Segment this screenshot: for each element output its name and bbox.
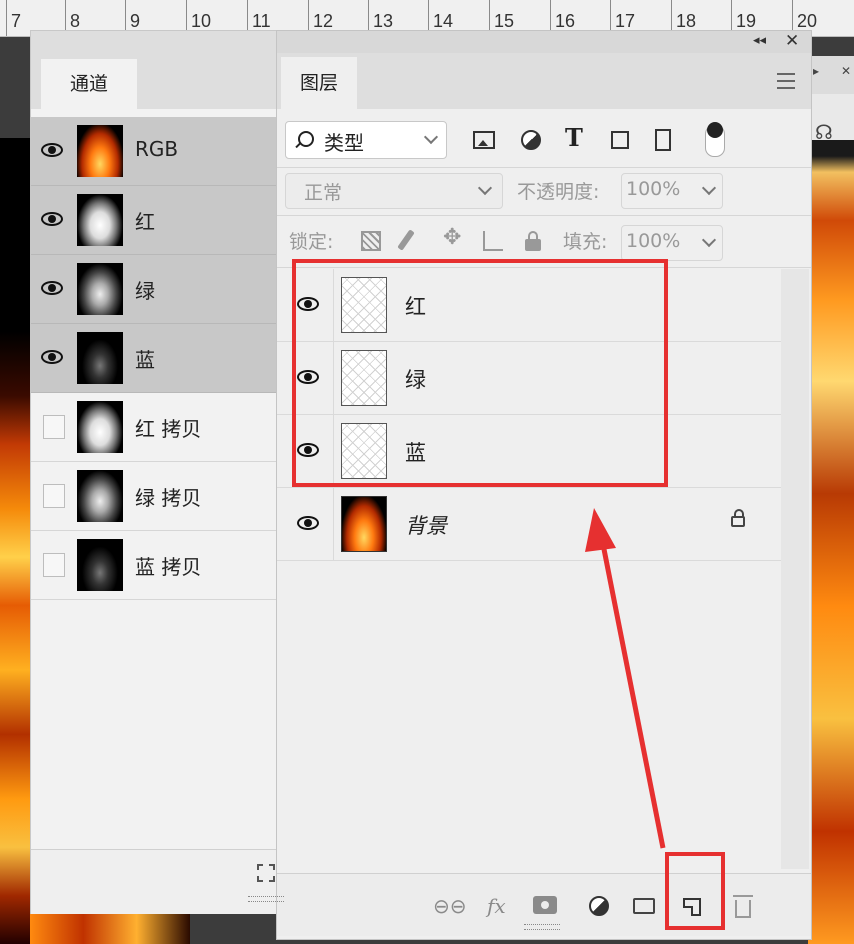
panel-titlebar: ◂◂ ✕ <box>277 31 811 53</box>
filter-type-label: 类型 <box>324 131 364 155</box>
channel-name: 红 <box>135 210 155 234</box>
blend-mode-select[interactable]: 正常 <box>285 173 503 209</box>
adjustment-layer-icon[interactable] <box>589 896 609 916</box>
channels-footer <box>31 849 283 914</box>
eye-icon[interactable] <box>297 516 321 532</box>
channel-thumbnail <box>77 332 123 384</box>
chevron-down-icon <box>477 180 493 196</box>
expand-icon[interactable]: ▸ <box>813 64 819 78</box>
channel-thumbnail <box>77 194 123 246</box>
channels-tabbar: 通道 <box>31 31 283 109</box>
channel-name: 红 拷贝 <box>135 417 202 441</box>
link-icon[interactable]: ⊖⊖ <box>433 894 467 918</box>
lock-position-icon[interactable]: ✥ <box>443 225 463 250</box>
resize-grip[interactable] <box>248 896 284 902</box>
trash-icon[interactable] <box>733 895 753 918</box>
opacity-field[interactable]: 100% <box>621 173 723 209</box>
eye-icon[interactable] <box>41 350 65 366</box>
fill-label: 填充: <box>563 231 608 253</box>
layer-thumbnail <box>341 496 387 552</box>
channel-name: 蓝 拷贝 <box>135 555 202 579</box>
canvas-fire-image <box>30 912 190 944</box>
channel-name: 绿 <box>135 279 155 303</box>
eye-icon[interactable] <box>41 143 65 159</box>
lock-label: 锁定: <box>289 231 334 253</box>
close-icon[interactable]: ✕ <box>841 64 851 78</box>
lock-transparency-icon[interactable] <box>361 231 381 251</box>
collapsed-panel-strip: ▸ ✕ ☊ <box>806 56 854 144</box>
blend-row: 正常 不透明度: 100% <box>277 167 811 216</box>
folder-icon[interactable] <box>633 898 655 914</box>
layers-tabbar: 图层 <box>277 53 811 109</box>
layer-row-background[interactable]: 背景 <box>277 488 781 561</box>
channels-panel: 通道 RGB 红 绿 蓝 红 拷贝 绿 拷贝 蓝 拷贝 <box>30 30 284 914</box>
tool-icon[interactable]: ☊ <box>815 120 833 144</box>
resize-grip[interactable] <box>524 924 560 930</box>
layer-name: 背景 <box>405 514 447 538</box>
tab-layers[interactable]: 图层 <box>281 57 357 109</box>
channel-row-red-copy[interactable]: 红 拷贝 <box>31 393 277 462</box>
channel-thumbnail <box>77 470 123 522</box>
divider <box>333 488 334 560</box>
visibility-toggle[interactable] <box>43 415 65 439</box>
image-filter-icon[interactable] <box>473 131 495 149</box>
lock-icon <box>731 509 745 527</box>
chevron-down-icon <box>701 232 717 248</box>
panel-header: ▸ ✕ <box>807 56 854 94</box>
type-filter-icon[interactable]: T <box>565 123 583 152</box>
ruler-tick: 7 <box>6 0 21 36</box>
panel-menu-icon[interactable] <box>777 73 795 89</box>
channel-thumbnail <box>77 401 123 453</box>
filter-toggle[interactable] <box>705 122 725 157</box>
visibility-toggle[interactable] <box>43 553 65 577</box>
eye-icon[interactable] <box>41 212 65 228</box>
blend-mode-value: 正常 <box>304 182 343 204</box>
scrollbar[interactable] <box>781 269 809 869</box>
channel-row-green-copy[interactable]: 绿 拷贝 <box>31 462 277 531</box>
lock-pixels-icon[interactable] <box>397 229 415 251</box>
opacity-label: 不透明度: <box>517 181 600 203</box>
search-icon <box>298 131 314 147</box>
collapse-icon[interactable]: ◂◂ <box>753 33 766 48</box>
canvas-fire-image <box>808 140 854 944</box>
layer-filter-row: 类型 T <box>277 111 811 168</box>
fx-icon[interactable]: fx <box>487 894 506 918</box>
mask-icon[interactable] <box>533 896 557 914</box>
lock-all-icon[interactable] <box>525 231 541 251</box>
chevron-down-icon <box>701 180 717 196</box>
channel-row-rgb[interactable]: RGB <box>31 117 277 186</box>
fill-value: 100% <box>626 230 681 252</box>
canvas-fire-image <box>0 138 34 944</box>
channel-row-green[interactable]: 绿 <box>31 255 277 324</box>
fill-field[interactable]: 100% <box>621 225 723 261</box>
tab-channels[interactable]: 通道 <box>41 59 137 109</box>
channel-row-blue[interactable]: 蓝 <box>31 324 277 393</box>
channel-row-red[interactable]: 红 <box>31 186 277 255</box>
visibility-toggle[interactable] <box>43 484 65 508</box>
channel-row-blue-copy[interactable]: 蓝 拷贝 <box>31 531 277 600</box>
lock-artboard-icon[interactable] <box>483 231 503 251</box>
close-icon[interactable]: ✕ <box>785 31 799 51</box>
shape-filter-icon[interactable] <box>611 131 629 149</box>
adjustment-filter-icon[interactable] <box>521 130 541 150</box>
chevron-down-icon <box>423 129 439 145</box>
channel-name: 蓝 <box>135 348 155 372</box>
channel-list: RGB 红 绿 蓝 红 拷贝 绿 拷贝 蓝 拷贝 <box>31 117 277 600</box>
eye-icon[interactable] <box>41 281 65 297</box>
smart-object-filter-icon[interactable] <box>655 129 671 151</box>
channel-name: RGB <box>135 137 179 161</box>
channel-name: 绿 拷贝 <box>135 486 202 510</box>
highlight-box <box>665 852 725 930</box>
filter-type-select[interactable]: 类型 <box>285 121 447 159</box>
channel-thumbnail <box>77 263 123 315</box>
load-selection-icon[interactable] <box>257 864 275 882</box>
channel-thumbnail <box>77 539 123 591</box>
opacity-value: 100% <box>626 178 681 200</box>
channel-thumbnail <box>77 125 123 177</box>
highlight-box <box>292 259 668 487</box>
